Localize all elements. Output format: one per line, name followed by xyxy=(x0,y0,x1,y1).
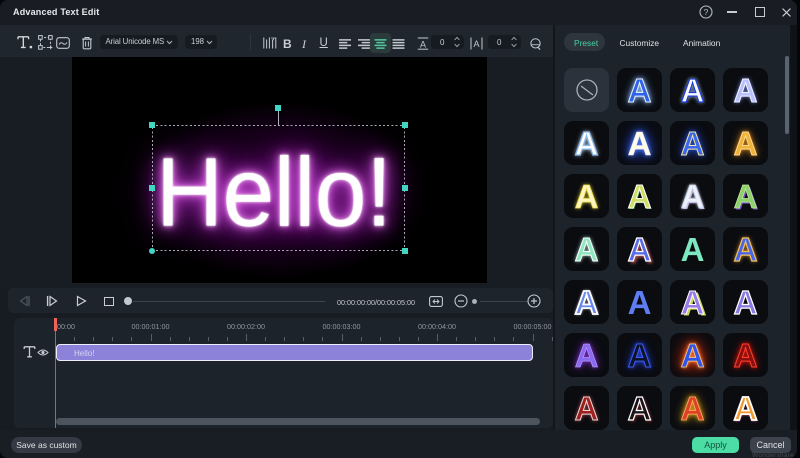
svg-text:A: A xyxy=(419,39,425,49)
svg-text:?: ? xyxy=(704,7,709,17)
svg-text:A: A xyxy=(473,39,479,49)
